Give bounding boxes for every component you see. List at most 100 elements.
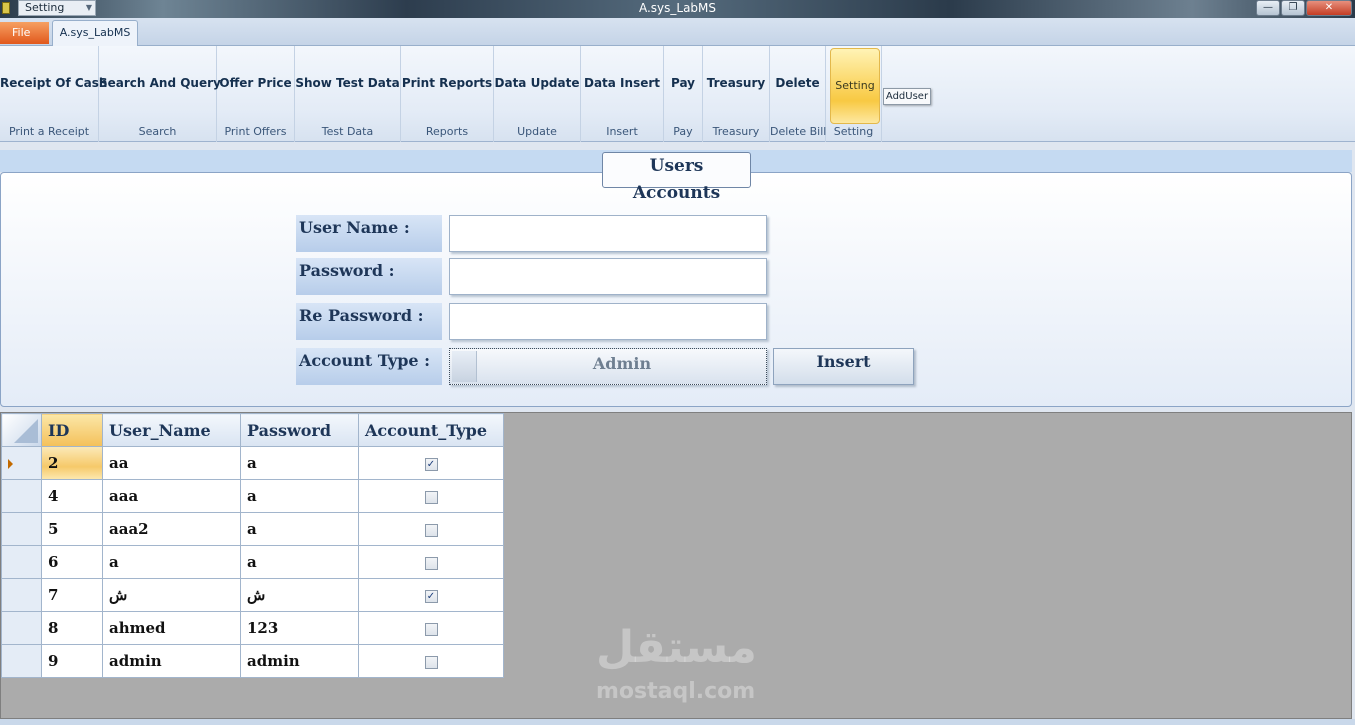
column-header-password[interactable]: Password xyxy=(240,413,359,447)
cell-password[interactable]: a xyxy=(240,545,359,579)
table-row[interactable]: 2 aa a ✓ xyxy=(1,446,504,480)
ribbon-group-reports: Print Reports Reports xyxy=(401,46,494,142)
cell-user-name[interactable]: a xyxy=(102,545,241,579)
account-type-combo[interactable]: Admin xyxy=(449,348,767,385)
cell-id[interactable]: 6 xyxy=(41,545,103,579)
table-row[interactable]: 5 aaa2 a xyxy=(1,512,504,546)
treasury-button[interactable]: Treasury xyxy=(703,76,769,90)
bottom-strip xyxy=(0,719,1355,725)
re-password-input[interactable] xyxy=(449,303,767,340)
show-test-data-button[interactable]: Show Test Data xyxy=(295,76,400,90)
account-type-checkbox[interactable] xyxy=(424,490,438,504)
row-header[interactable] xyxy=(1,644,42,678)
maximize-button[interactable]: ❐ xyxy=(1281,0,1305,16)
grid-header-row: ID User_Name Password Account_Type xyxy=(1,413,504,447)
cell-id[interactable]: 5 xyxy=(41,512,103,546)
ribbon-group-caption: Print Offers xyxy=(224,125,287,138)
cell-user-name[interactable]: admin xyxy=(102,644,241,678)
ribbon-group-pay: Pay Pay xyxy=(664,46,703,142)
file-tab[interactable]: File xyxy=(0,22,49,44)
watermark-latin: mostaql.com xyxy=(596,679,756,704)
offer-price-button[interactable]: Offer Price xyxy=(217,76,294,90)
insert-button[interactable]: Insert xyxy=(773,348,914,385)
user-name-label: User Name : xyxy=(296,215,442,252)
ribbon: Receipt Of Cash Print a Receipt Search A… xyxy=(0,46,1355,142)
row-header[interactable] xyxy=(1,479,42,513)
users-grid: ID User_Name Password Account_Type 2 aa a ✓… xyxy=(1,413,504,678)
table-row[interactable]: 4 aaa a xyxy=(1,479,504,513)
cell-id[interactable]: 8 xyxy=(41,611,103,645)
user-name-input[interactable] xyxy=(449,215,767,252)
cell-account-type xyxy=(358,545,504,579)
column-header-user-name[interactable]: User_Name xyxy=(102,413,241,447)
cell-user-name[interactable]: aaa xyxy=(102,479,241,513)
account-type-checkbox[interactable] xyxy=(424,523,438,537)
data-insert-button[interactable]: Data Insert xyxy=(581,76,663,90)
receipt-of-cash-button[interactable]: Receipt Of Cash xyxy=(0,76,107,90)
cell-id[interactable]: 7 xyxy=(41,578,103,612)
table-row[interactable]: 8 ahmed 123 xyxy=(1,611,504,645)
account-type-checkbox[interactable] xyxy=(424,655,438,669)
close-button[interactable]: ✕ xyxy=(1306,0,1352,16)
cell-password[interactable]: a xyxy=(240,512,359,546)
ribbon-group-update: Data Update Update xyxy=(494,46,581,142)
ribbon-group-caption: Treasury xyxy=(712,125,760,138)
cell-user-name[interactable]: aa xyxy=(102,446,241,480)
combo-grip-icon xyxy=(452,351,477,382)
account-type-checkbox[interactable]: ✓ xyxy=(424,589,438,603)
cell-password[interactable]: 123 xyxy=(240,611,359,645)
cell-user-name[interactable]: aaa2 xyxy=(102,512,241,546)
minimize-button[interactable]: — xyxy=(1256,0,1280,16)
ribbon-group-treasury: Treasury Treasury xyxy=(703,46,770,142)
panel-title: Users Accounts xyxy=(602,152,751,203)
setting-button[interactable]: Setting xyxy=(830,48,880,124)
pay-button[interactable]: Pay xyxy=(664,76,702,90)
cell-account-type: ✓ xyxy=(358,446,504,480)
password-input[interactable] xyxy=(449,258,767,295)
ribbon-group-delete-bill: Delete Delete Bill xyxy=(770,46,826,142)
cell-user-name[interactable]: ahmed xyxy=(102,611,241,645)
print-reports-button[interactable]: Print Reports xyxy=(401,76,493,90)
account-type-checkbox[interactable]: ✓ xyxy=(424,457,438,471)
ribbon-group-caption: Insert xyxy=(606,125,638,138)
ribbon-group-print-receipt: Receipt Of Cash Print a Receipt xyxy=(0,46,107,142)
search-and-query-button[interactable]: Search And Query xyxy=(99,76,221,90)
cell-id[interactable]: 2 xyxy=(41,446,103,480)
select-all-corner[interactable] xyxy=(1,413,42,447)
table-row[interactable]: 6aa xyxy=(1,545,504,579)
row-header[interactable] xyxy=(1,545,42,579)
cell-password[interactable]: a xyxy=(240,446,359,480)
table-row[interactable]: 9 admin admin xyxy=(1,644,504,678)
account-type-checkbox[interactable] xyxy=(424,622,438,636)
data-update-button[interactable]: Data Update xyxy=(494,76,580,90)
ribbon-group-caption: Reports xyxy=(425,125,469,138)
cell-password[interactable]: ش xyxy=(240,578,359,612)
cell-user-name[interactable]: ش xyxy=(102,578,241,612)
row-header[interactable] xyxy=(1,578,42,612)
row-header[interactable] xyxy=(1,446,42,480)
column-header-id[interactable]: ID xyxy=(41,413,103,447)
cell-account-type xyxy=(358,644,504,678)
account-type-label: Account Type : xyxy=(296,348,442,385)
table-row[interactable]: 7 ش ش ✓ xyxy=(1,578,504,612)
cell-id[interactable]: 9 xyxy=(41,644,103,678)
ribbon-group-print-offers: Offer Price Print Offers xyxy=(217,46,295,142)
grid-body: 2 aa a ✓ 4 aaa a 5 aaa2 a 6 a a 7 ش ش ✓ 8 ahmed 123 9 admin ad… xyxy=(1,446,504,678)
ribbon-group-caption: Update xyxy=(517,125,557,138)
cell-account-type: ✓ xyxy=(358,578,504,612)
adduser-tooltip: AddUser xyxy=(883,88,931,105)
row-header[interactable] xyxy=(1,512,42,546)
delete-button[interactable]: Delete xyxy=(770,76,825,90)
ribbon-group-caption: Test Data xyxy=(321,125,374,138)
column-header-account-type[interactable]: Account_Type xyxy=(358,413,504,447)
ribbon-group-caption: Print a Receipt xyxy=(8,125,90,138)
cell-password[interactable]: a xyxy=(240,479,359,513)
corner-triangle-icon xyxy=(14,419,38,443)
account-type-checkbox[interactable] xyxy=(424,556,438,570)
row-header[interactable] xyxy=(1,611,42,645)
cell-account-type xyxy=(358,611,504,645)
cell-id[interactable]: 4 xyxy=(41,479,103,513)
cell-password[interactable]: admin xyxy=(240,644,359,678)
cell-account-type xyxy=(358,512,504,546)
tab-a-sys-labms[interactable]: A.sys_LabMS xyxy=(52,20,138,47)
